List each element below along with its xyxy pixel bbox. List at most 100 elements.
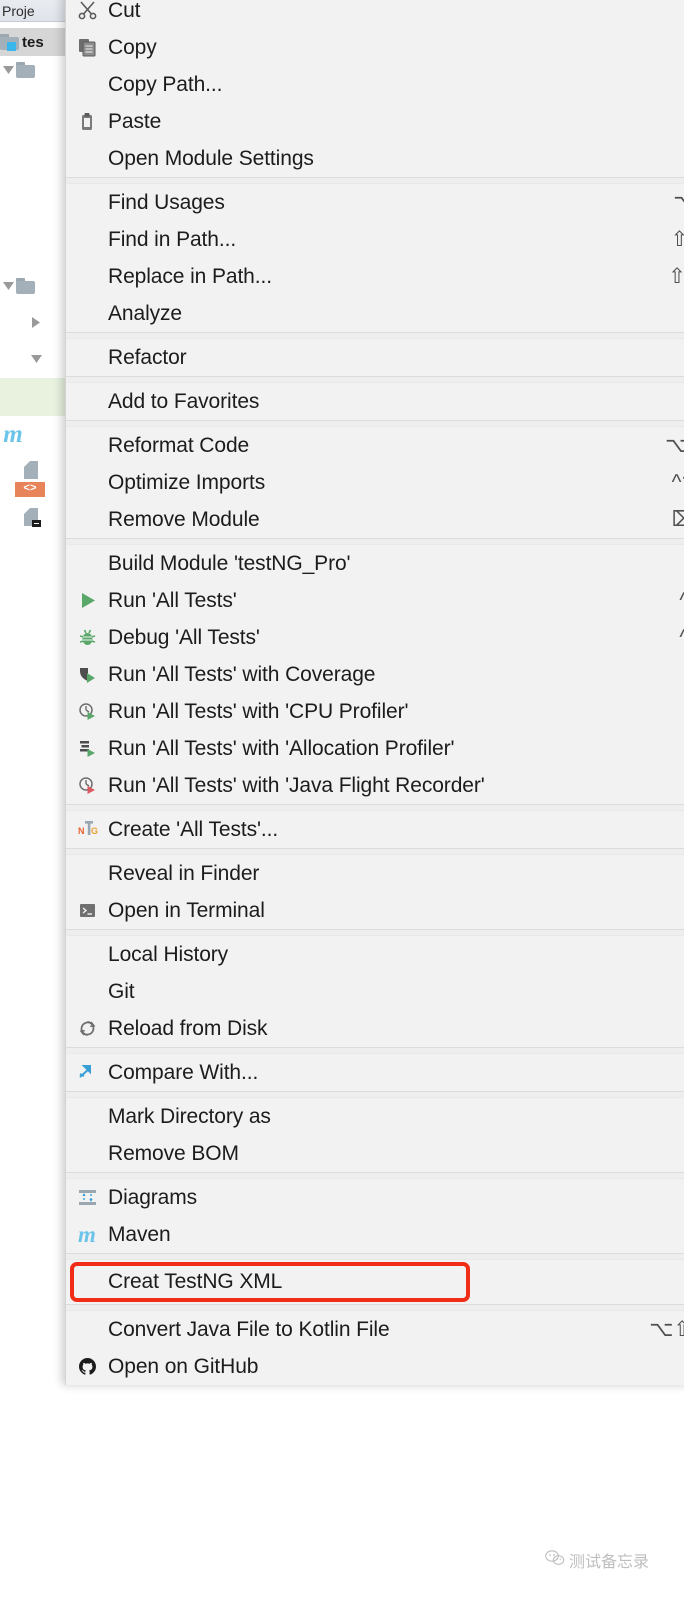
context-menu[interactable]: Cut ⌘X Copy ⌘C Copy Path...: [65, 0, 684, 1385]
menu-item-shortcut: ^⇧D: [679, 625, 684, 650]
menu-item-remove-module[interactable]: Remove Module ⌧: [66, 501, 684, 538]
allocation-profiler-icon: [78, 739, 108, 758]
watermark-text: 测试备忘录: [569, 1554, 650, 1571]
menu-item-cut[interactable]: Cut ⌘X: [66, 0, 684, 29]
chevron-down-icon[interactable]: [0, 282, 16, 290]
menu-item-mark-directory-as[interactable]: Mark Directory as: [66, 1098, 684, 1135]
menu-item-label: Mark Directory as: [108, 1104, 271, 1128]
menu-item-build-module[interactable]: Build Module 'testNG_Pro': [66, 545, 684, 582]
menu-item-label: Open on GitHub: [108, 1354, 259, 1378]
coverage-icon: [78, 665, 108, 684]
menu-item-label: Copy: [108, 35, 157, 59]
tree-row[interactable]: [0, 345, 65, 373]
debug-icon: [78, 628, 108, 647]
menu-item-shortcut: ⌧: [671, 508, 684, 531]
menu-item-debug-all-tests[interactable]: Debug 'All Tests' ^⇧D: [66, 619, 684, 656]
tree-row-module[interactable]: tes: [0, 28, 65, 56]
reload-icon: [78, 1019, 108, 1038]
menu-item-run-with-cpu-profiler[interactable]: Run 'All Tests' with 'CPU Profiler': [66, 693, 684, 730]
menu-item-label: Reveal in Finder: [108, 861, 260, 885]
menu-item-shortcut: ⌥⇧⌘K: [649, 1318, 684, 1341]
tree-row-jar[interactable]: [0, 502, 65, 532]
menu-item-run-with-allocation-profiler[interactable]: Run 'All Tests' with 'Allocation Profile…: [66, 730, 684, 767]
menu-item-find-usages[interactable]: Find Usages ⌥F7: [66, 184, 684, 221]
maven-icon: m: [3, 420, 23, 448]
tree-row[interactable]: [0, 308, 65, 336]
menu-item-shortcut: ^⇧R: [679, 588, 684, 613]
menu-item-label: Find in Path...: [108, 227, 237, 251]
file-icon: [22, 460, 40, 480]
menu-item-diagrams[interactable]: Diagrams: [66, 1179, 684, 1216]
chevron-right-icon[interactable]: [28, 316, 44, 328]
menu-item-local-history[interactable]: Local History: [66, 936, 684, 973]
menu-item-label: Find Usages: [108, 190, 225, 214]
menu-item-add-to-favorites[interactable]: Add to Favorites: [66, 383, 684, 420]
menu-item-label: Debug 'All Tests': [108, 625, 260, 649]
maven-icon: m: [78, 1222, 96, 1247]
screenshot-root: Proje tes m <> Cut Copy Copy Path... Pas…: [0, 0, 684, 1616]
menu-separator: [66, 332, 684, 339]
menu-item-label: Copy Path...: [108, 72, 223, 96]
xml-icon: <>: [15, 481, 45, 497]
testng-icon: N G: [78, 820, 108, 839]
menu-item-label: Run 'All Tests' with 'Java Flight Record…: [108, 773, 485, 797]
menu-item-compare-with[interactable]: Compare With... ⌘D: [66, 1054, 684, 1091]
menu-item-label: Refactor: [108, 345, 187, 369]
menu-item-maven[interactable]: m Maven: [66, 1216, 684, 1253]
menu-item-reveal-in-finder[interactable]: Reveal in Finder: [66, 855, 684, 892]
menu-item-reformat-code[interactable]: Reformat Code ⌥⌘L: [66, 427, 684, 464]
menu-item-refactor[interactable]: Refactor: [66, 339, 684, 376]
menu-item-open-on-github[interactable]: Open on GitHub: [66, 1348, 684, 1385]
menu-item-git[interactable]: Git: [66, 973, 684, 1010]
menu-item-label: Remove Module: [108, 507, 260, 531]
compare-icon: [78, 1063, 108, 1082]
tree-row-modified[interactable]: [0, 378, 65, 416]
menu-item-label: Create 'All Tests'...: [108, 817, 279, 841]
tree-row[interactable]: [0, 56, 65, 84]
svg-text:G: G: [91, 826, 98, 836]
project-tool-window-tab[interactable]: Proje: [0, 0, 65, 22]
menu-item-convert-java-to-kotlin[interactable]: Convert Java File to Kotlin File ⌥⇧⌘K: [66, 1311, 684, 1348]
menu-separator: [66, 420, 684, 427]
menu-item-paste[interactable]: Paste ⌘V: [66, 103, 684, 140]
tree-row-file[interactable]: [0, 458, 65, 482]
menu-item-replace-in-path[interactable]: Replace in Path... ⇧⌘R: [66, 258, 684, 295]
menu-item-open-in-terminal[interactable]: Open in Terminal: [66, 892, 684, 929]
menu-item-copy[interactable]: Copy ⌘C: [66, 29, 684, 66]
menu-item-label: Diagrams: [108, 1185, 198, 1209]
menu-item-shortcut: ^⌥O: [671, 471, 684, 494]
menu-item-creat-testng-xml[interactable]: Creat TestNG XML: [66, 1260, 684, 1304]
menu-item-run-with-java-flight-recorder[interactable]: Run 'All Tests' with 'Java Flight Record…: [66, 767, 684, 804]
menu-item-label: Open in Terminal: [108, 898, 265, 922]
tree-item-label: tes: [22, 33, 44, 51]
menu-item-copy-path[interactable]: Copy Path...: [66, 66, 684, 103]
menu-item-remove-bom[interactable]: Remove BOM: [66, 1135, 684, 1172]
menu-separator: [66, 1253, 684, 1260]
menu-separator: [66, 804, 684, 811]
menu-item-label: Remove BOM: [108, 1141, 239, 1165]
chevron-down-icon[interactable]: [0, 66, 16, 74]
menu-item-label: Compare With...: [108, 1060, 259, 1084]
menu-item-open-module-settings[interactable]: Open Module Settings ⌘↓: [66, 140, 684, 177]
menu-item-reload-from-disk[interactable]: Reload from Disk: [66, 1010, 684, 1047]
tree-row-xml[interactable]: <>: [0, 480, 65, 498]
tree-row[interactable]: [0, 272, 65, 300]
menu-item-analyze[interactable]: Analyze: [66, 295, 684, 332]
watermark: 测试备忘录: [545, 1548, 649, 1572]
copy-icon: [78, 38, 108, 57]
menu-item-run-all-tests[interactable]: Run 'All Tests' ^⇧R: [66, 582, 684, 619]
clipboard-icon: [78, 112, 108, 131]
menu-item-label: Add to Favorites: [108, 389, 260, 413]
terminal-icon: [78, 901, 108, 920]
menu-item-find-in-path[interactable]: Find in Path... ⇧⌘F: [66, 221, 684, 258]
run-icon: [78, 591, 108, 610]
menu-item-run-with-coverage[interactable]: Run 'All Tests' with Coverage: [66, 656, 684, 693]
menu-item-label: Run 'All Tests' with 'CPU Profiler': [108, 699, 409, 723]
menu-item-create-all-tests[interactable]: N G Create 'All Tests'...: [66, 811, 684, 848]
tree-row-maven[interactable]: m: [0, 420, 65, 448]
menu-separator: [66, 538, 684, 545]
chevron-down-icon[interactable]: [28, 355, 44, 363]
folder-icon: [16, 278, 36, 294]
flight-recorder-icon: [78, 776, 108, 795]
menu-item-optimize-imports[interactable]: Optimize Imports ^⌥O: [66, 464, 684, 501]
